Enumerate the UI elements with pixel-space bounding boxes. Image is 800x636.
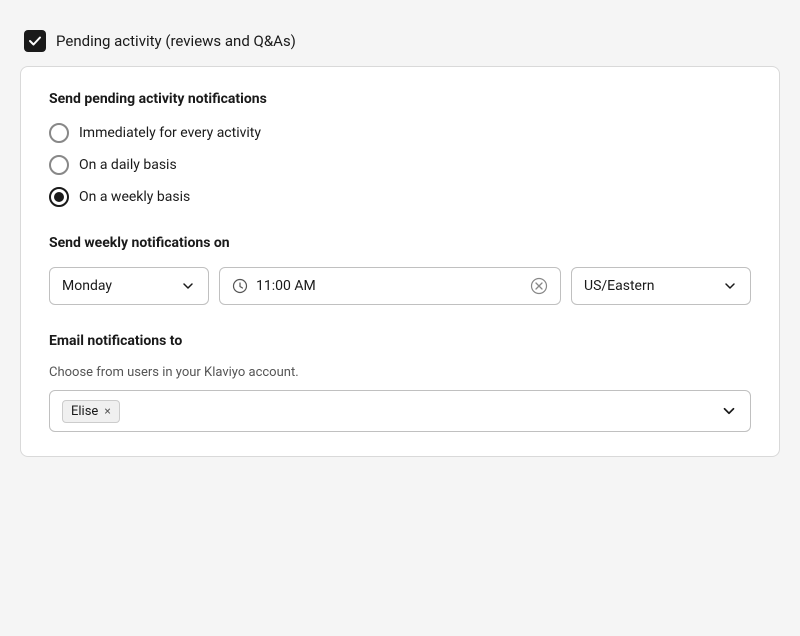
header-label: Pending activity (reviews and Q&As) — [56, 32, 296, 50]
header-row: Pending activity (reviews and Q&As) — [20, 30, 780, 52]
pending-activity-checkbox[interactable] — [24, 30, 46, 52]
day-select[interactable]: Monday — [49, 267, 209, 305]
timezone-chevron-icon — [722, 278, 738, 294]
send-notifications-title: Send pending activity notifications — [49, 91, 751, 107]
radio-immediately[interactable]: Immediately for every activity — [49, 123, 751, 143]
radio-immediately-label: Immediately for every activity — [79, 125, 261, 141]
email-tag-elise: Elise × — [62, 400, 120, 423]
radio-daily-indicator — [49, 155, 69, 175]
radio-weekly-label: On a weekly basis — [79, 189, 190, 205]
timezone-value: US/Eastern — [584, 278, 654, 294]
radio-daily-label: On a daily basis — [79, 157, 177, 173]
time-input[interactable]: 11:00 AM — [219, 267, 561, 305]
radio-weekly-inner-dot — [54, 192, 64, 202]
time-value: 11:00 AM — [256, 278, 522, 294]
email-title: Email notifications to — [49, 333, 751, 349]
email-section: Email notifications to Choose from users… — [49, 333, 751, 432]
clock-icon — [232, 278, 248, 294]
radio-weekly[interactable]: On a weekly basis — [49, 187, 751, 207]
tag-label: Elise — [71, 404, 98, 419]
radio-group: Immediately for every activity On a dail… — [49, 123, 751, 207]
settings-card: Send pending activity notifications Imme… — [20, 66, 780, 457]
weekly-section: Send weekly notifications on Monday 11:0… — [49, 235, 751, 305]
time-clear-icon[interactable] — [530, 277, 548, 295]
time-row: Monday 11:00 AM — [49, 267, 751, 305]
email-chevron-icon[interactable] — [720, 402, 738, 420]
timezone-select[interactable]: US/Eastern — [571, 267, 751, 305]
radio-weekly-indicator — [49, 187, 69, 207]
tag-close-icon[interactable]: × — [104, 404, 110, 418]
email-input-row[interactable]: Elise × — [49, 390, 751, 432]
weekly-title: Send weekly notifications on — [49, 235, 751, 251]
day-select-value: Monday — [62, 278, 112, 294]
day-chevron-icon — [180, 278, 196, 294]
radio-daily[interactable]: On a daily basis — [49, 155, 751, 175]
email-subtitle: Choose from users in your Klaviyo accoun… — [49, 365, 751, 380]
page-container: Pending activity (reviews and Q&As) Send… — [20, 20, 780, 457]
radio-immediately-indicator — [49, 123, 69, 143]
